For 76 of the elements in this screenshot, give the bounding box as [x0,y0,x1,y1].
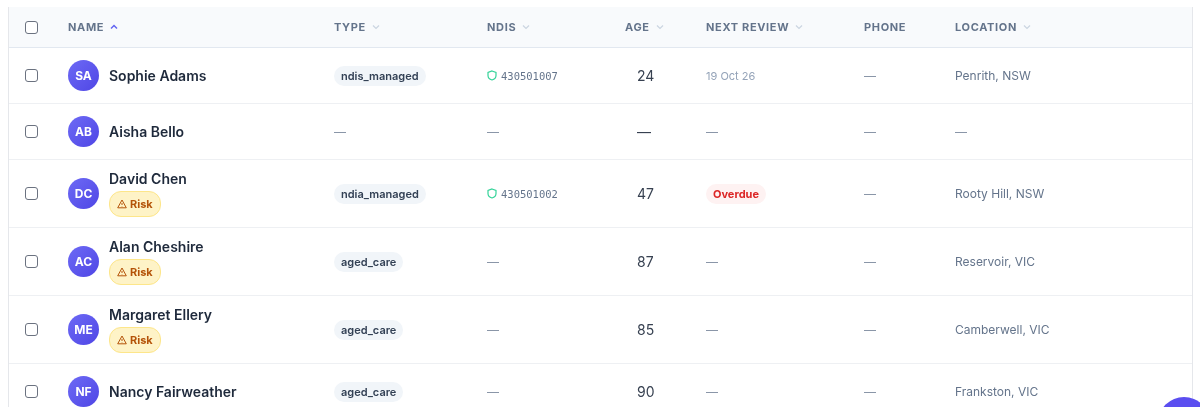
column-header[interactable]: LOCATION [955,20,1033,34]
shield-icon [487,70,497,81]
empty-dash: — [706,384,718,399]
empty-dash: — [487,254,499,269]
empty-dash: — [487,124,499,139]
select-all-checkbox[interactable] [25,20,38,34]
empty-dash: — [487,384,499,399]
avatar: ME [68,314,99,345]
column-header[interactable]: NEXT REVIEW [706,20,805,34]
risk-badge: Risk [109,327,161,353]
empty-dash: — [706,322,718,337]
avatar: NF [68,376,99,407]
empty-dash: — [706,254,718,269]
avatar: AB [68,116,99,147]
client-name[interactable]: Aisha Bello [109,123,185,140]
type-tag: aged_care [334,319,404,340]
empty-dash: — [864,322,876,337]
empty-dash: — [864,68,876,83]
avatar: AC [68,246,99,277]
row-checkbox[interactable] [25,255,38,268]
age-value: 24 [636,67,655,84]
age-value: 85 [636,321,655,338]
avatar: SA [68,60,99,91]
column-header[interactable]: AGE [625,20,665,34]
empty-dash: — [955,124,967,139]
empty-dash: — [864,384,876,399]
risk-badge: Risk [109,259,161,285]
chevron-down-icon [370,22,381,32]
age-value: 87 [636,253,654,270]
column-header[interactable]: NAME [68,20,120,34]
empty-dash: — [706,124,718,139]
column-header[interactable]: TYPE [334,20,381,34]
empty-dash: — [334,124,346,139]
type-tag: ndis_managed [334,65,426,86]
chevron-down-icon [521,22,532,32]
warning-icon [117,267,127,277]
row-checkbox[interactable] [25,69,38,82]
client-name[interactable]: Sophie Adams [109,67,207,84]
warning-icon [117,199,127,209]
ndis-number: 430501007 [501,69,558,82]
client-name[interactable]: Margaret Ellery [109,306,213,323]
age-value: 90 [636,383,655,400]
empty-dash: — [864,186,876,201]
age-value: — [636,123,651,140]
shield-icon [487,188,497,199]
location-text: Reservoir, VIC [955,254,1036,269]
chevron-down-icon [794,22,805,32]
empty-dash: — [864,254,876,269]
review-date: 19 Oct 26 [706,68,756,83]
column-header[interactable]: NDIS [487,20,532,34]
row-checkbox[interactable] [25,125,38,138]
sort-ascending-icon [109,22,120,32]
location-text: Penrith, NSW [955,68,1031,83]
location-text: Frankston, VIC [955,384,1039,399]
chevron-down-icon [654,22,665,32]
risk-badge: Risk [109,191,161,217]
empty-dash: — [864,124,876,139]
location-text: Camberwell, VIC [955,322,1050,337]
row-checkbox[interactable] [25,323,38,336]
avatar: DC [68,178,99,209]
chevron-down-icon [1022,22,1033,32]
location-text: Rooty Hill, NSW [955,186,1045,201]
overdue-badge: Overdue [706,183,766,204]
warning-icon [117,335,127,345]
ndis-number: 430501002 [501,187,558,200]
type-tag: ndia_managed [334,183,426,204]
empty-dash: — [487,322,499,337]
column-header[interactable]: PHONE [864,20,907,34]
type-tag: aged_care [334,381,404,402]
row-checkbox[interactable] [25,385,38,398]
age-value: 47 [636,185,654,202]
client-name[interactable]: Alan Cheshire [109,238,204,255]
row-checkbox[interactable] [25,187,38,200]
client-name[interactable]: Nancy Fairweather [109,383,237,400]
type-tag: aged_care [334,251,404,272]
client-name[interactable]: David Chen [109,170,187,187]
